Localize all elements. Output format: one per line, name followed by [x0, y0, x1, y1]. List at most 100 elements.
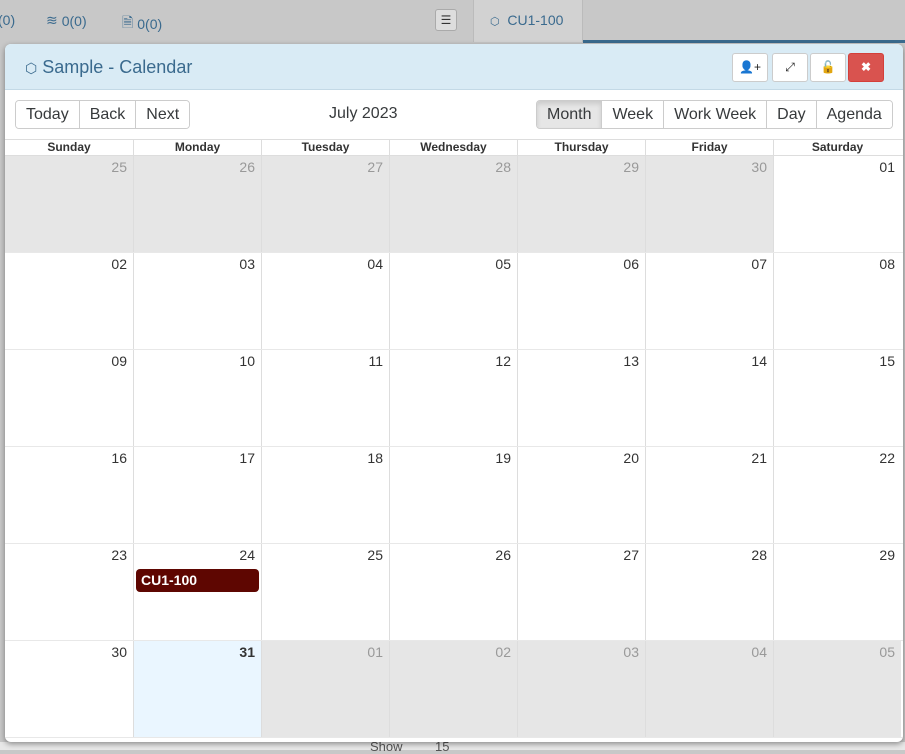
day-cell[interactable]: 11 [261, 350, 389, 446]
today-button[interactable]: Today [16, 101, 79, 128]
day-number[interactable]: 24 [239, 547, 255, 563]
unlock-button[interactable]: 🔓 [810, 53, 846, 82]
day-number[interactable]: 23 [111, 547, 127, 563]
day-number[interactable]: 30 [111, 644, 127, 660]
day-number[interactable]: 21 [751, 450, 767, 466]
day-number[interactable]: 01 [879, 159, 895, 175]
day-number[interactable]: 29 [879, 547, 895, 563]
next-button[interactable]: Next [135, 101, 190, 128]
day-number[interactable]: 27 [623, 547, 639, 563]
view-week-button[interactable]: Week [601, 101, 664, 128]
day-number[interactable]: 19 [495, 450, 511, 466]
day-cell[interactable]: 13 [517, 350, 645, 446]
day-cell-off-range[interactable]: 28 [389, 156, 517, 252]
day-cell[interactable]: 15 [773, 350, 901, 446]
day-number[interactable]: 31 [239, 644, 255, 660]
day-cell[interactable]: 25 [261, 544, 389, 640]
day-number[interactable]: 25 [367, 547, 383, 563]
day-cell[interactable]: 04 [261, 253, 389, 349]
view-month-button[interactable]: Month [537, 101, 602, 128]
day-cell[interactable]: 02 [5, 253, 133, 349]
layers-stat[interactable]: ≋ 0(0) [46, 12, 87, 29]
day-cell[interactable]: 01 [773, 156, 901, 252]
day-cell[interactable]: 12 [389, 350, 517, 446]
day-cell-off-range[interactable]: 03 [517, 641, 645, 737]
day-number[interactable]: 11 [368, 353, 383, 369]
day-cell[interactable]: 23 [5, 544, 133, 640]
close-button[interactable]: ✖ [848, 53, 884, 82]
day-number[interactable]: 02 [495, 644, 511, 660]
day-number[interactable]: 05 [879, 644, 895, 660]
day-number[interactable]: 17 [239, 450, 255, 466]
day-number[interactable]: 22 [879, 450, 895, 466]
day-number[interactable]: 04 [367, 256, 383, 272]
day-cell[interactable]: 30 [5, 641, 133, 737]
day-cell-off-range[interactable]: 27 [261, 156, 389, 252]
day-cell-off-range[interactable]: 25 [5, 156, 133, 252]
day-cell-off-range[interactable]: 30 [645, 156, 773, 252]
day-cell-off-range[interactable]: 01 [261, 641, 389, 737]
day-cell[interactable]: 22 [773, 447, 901, 543]
day-number[interactable]: 03 [623, 644, 639, 660]
day-number[interactable]: 03 [239, 256, 255, 272]
day-cell[interactable]: 27 [517, 544, 645, 640]
day-number[interactable]: 14 [751, 353, 767, 369]
day-number[interactable]: 25 [111, 159, 127, 175]
day-cell[interactable]: 20 [517, 447, 645, 543]
day-cell-off-range[interactable]: 29 [517, 156, 645, 252]
day-cell[interactable]: 07 [645, 253, 773, 349]
day-cell[interactable]: 05 [389, 253, 517, 349]
day-cell-off-range[interactable]: 04 [645, 641, 773, 737]
day-number[interactable]: 10 [239, 353, 255, 369]
day-number[interactable]: 06 [623, 256, 639, 272]
expand-button[interactable]: ⤢ [772, 53, 808, 82]
day-number[interactable]: 16 [111, 450, 127, 466]
day-cell-today[interactable]: 31 [133, 641, 261, 737]
day-number[interactable]: 15 [879, 353, 895, 369]
day-cell-off-range[interactable]: 05 [773, 641, 901, 737]
day-cell[interactable]: 16 [5, 447, 133, 543]
calendar-event[interactable]: CU1-100 [136, 569, 259, 592]
back-button[interactable]: Back [78, 101, 136, 128]
day-cell[interactable]: 29 [773, 544, 901, 640]
documents-stat[interactable]: 🗎 0(0) [122, 12, 162, 36]
day-number[interactable]: 30 [751, 159, 767, 175]
day-number[interactable]: 28 [751, 547, 767, 563]
day-cell[interactable]: 26 [389, 544, 517, 640]
day-cell[interactable]: 18 [261, 447, 389, 543]
view-day-button[interactable]: Day [766, 101, 816, 128]
day-number[interactable]: 28 [495, 159, 511, 175]
sliders-button[interactable]: ☰ [435, 9, 457, 31]
day-cell[interactable]: 08 [773, 253, 901, 349]
day-number[interactable]: 08 [879, 256, 895, 272]
day-cell[interactable]: 06 [517, 253, 645, 349]
day-number[interactable]: 29 [623, 159, 639, 175]
day-number[interactable]: 09 [111, 353, 127, 369]
day-cell[interactable]: 28 [645, 544, 773, 640]
day-number[interactable]: 26 [239, 159, 255, 175]
day-number[interactable]: 20 [623, 450, 639, 466]
day-cell-off-range[interactable]: 02 [389, 641, 517, 737]
day-number[interactable]: 12 [495, 353, 511, 369]
day-cell[interactable]: 09 [5, 350, 133, 446]
day-cell[interactable]: 24 CU1-100 [133, 544, 261, 640]
day-cell-off-range[interactable]: 26 [133, 156, 261, 252]
day-number[interactable]: 13 [623, 353, 639, 369]
day-cell[interactable]: 14 [645, 350, 773, 446]
day-cell[interactable]: 03 [133, 253, 261, 349]
day-cell[interactable]: 10 [133, 350, 261, 446]
day-number[interactable]: 01 [367, 644, 383, 660]
day-number[interactable]: 27 [367, 159, 383, 175]
day-cell[interactable]: 17 [133, 447, 261, 543]
day-number[interactable]: 04 [751, 644, 767, 660]
day-number[interactable]: 26 [495, 547, 511, 563]
view-work-week-button[interactable]: Work Week [663, 101, 767, 128]
view-agenda-button[interactable]: Agenda [815, 101, 892, 128]
day-number[interactable]: 02 [111, 256, 127, 272]
day-number[interactable]: 05 [495, 256, 511, 272]
day-cell[interactable]: 19 [389, 447, 517, 543]
stat-item[interactable]: (0) [0, 12, 15, 28]
tab-cu1-100[interactable]: ⬡ CU1-100 [473, 0, 583, 42]
day-number[interactable]: 18 [367, 450, 383, 466]
day-cell[interactable]: 21 [645, 447, 773, 543]
